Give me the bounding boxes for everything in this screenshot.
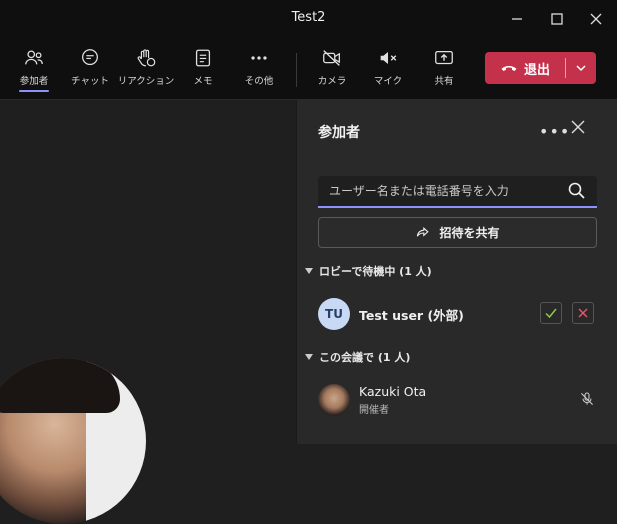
more-icon <box>251 56 267 60</box>
participant-search[interactable] <box>318 176 597 208</box>
mic-label: マイク <box>373 76 403 87</box>
check-icon <box>545 308 557 319</box>
maximize-icon <box>551 13 563 25</box>
person-info: Kazuki Ota 開催者 <box>350 384 426 416</box>
share-button[interactable]: 共有 <box>418 47 470 95</box>
meeting-person-row[interactable]: Kazuki Ota 開催者 <box>318 383 608 417</box>
mic-muted-icon <box>380 52 397 64</box>
search-icon[interactable] <box>567 181 587 201</box>
share-icon <box>417 226 430 237</box>
meeting-header-label: この会議で (1 人) <box>319 351 411 364</box>
mic-status <box>579 391 595 410</box>
active-indicator <box>19 90 49 92</box>
camera-label: カメラ <box>317 76 347 87</box>
meeting-section-header[interactable]: この会議で (1 人) <box>305 349 410 365</box>
camera-button[interactable]: カメラ <box>306 47 358 95</box>
person-role: 開催者 <box>359 405 389 416</box>
notes-label: メモ <box>193 76 213 87</box>
avatar <box>318 384 350 416</box>
chat-icon <box>82 49 98 66</box>
share-invite-label: 招待を共有 <box>439 226 500 240</box>
lobby-section-header[interactable]: ロビーで待機中 (1 人) <box>305 263 432 279</box>
mic-off-icon <box>581 392 593 405</box>
chevron-down-icon <box>576 65 586 72</box>
hang-up-icon <box>501 65 517 71</box>
close-window-button[interactable] <box>584 8 608 30</box>
x-icon <box>578 308 588 318</box>
admit-button[interactable] <box>540 302 562 324</box>
close-icon <box>590 13 602 25</box>
panel-title: 参加者 <box>318 125 360 141</box>
chat-label: チャット <box>71 76 109 87</box>
notes-button[interactable]: メモ <box>177 47 229 95</box>
maximize-button[interactable] <box>545 8 569 30</box>
people-button[interactable]: 参加者 <box>8 47 60 95</box>
leave-label: 退出 <box>523 62 550 78</box>
share-invite-button[interactable]: 招待を共有 <box>318 217 597 248</box>
notes-icon <box>195 49 211 67</box>
panel-close-button[interactable] <box>571 120 585 137</box>
search-input[interactable] <box>318 183 567 199</box>
share-screen-icon <box>435 50 453 65</box>
mic-button[interactable]: マイク <box>362 47 414 95</box>
raise-hand-icon <box>137 49 156 67</box>
lobby-person-row[interactable]: TU Test user (外部) <box>318 297 608 331</box>
reactions-label: リアクション <box>117 76 175 87</box>
close-icon <box>571 120 585 134</box>
deny-button[interactable] <box>572 302 594 324</box>
share-label: 共有 <box>434 76 454 87</box>
participants-panel: 参加者 ••• 招待を共有 ロビーで待機中 (1 人) TU Test user… <box>296 100 617 444</box>
person-name: Kazuki Ota <box>359 384 427 399</box>
camera-off-icon <box>323 50 340 66</box>
title-bar: Test2 <box>0 0 617 37</box>
caret-down-icon <box>305 268 313 274</box>
lobby-header-label: ロビーで待機中 (1 人) <box>319 265 432 278</box>
self-video <box>0 358 146 524</box>
chat-button[interactable]: チャット <box>64 47 116 95</box>
leave-options-button[interactable] <box>566 52 596 84</box>
more-label: その他 <box>244 76 274 87</box>
toolbar-divider <box>296 53 297 87</box>
avatar: TU <box>318 298 350 330</box>
panel-more-icon[interactable]: ••• <box>539 122 570 141</box>
leave-button[interactable]: 退出 <box>485 52 596 84</box>
more-button[interactable]: その他 <box>233 47 285 95</box>
minimize-icon <box>512 18 522 20</box>
person-name: Test user (外部) <box>359 307 464 323</box>
minimize-button[interactable] <box>505 8 529 30</box>
people-label: 参加者 <box>19 76 49 87</box>
leave-main[interactable]: 退出 <box>485 52 565 84</box>
video-hair <box>0 358 120 413</box>
people-icon <box>25 50 43 65</box>
caret-down-icon <box>305 354 313 360</box>
reactions-button[interactable]: リアクション <box>117 47 175 95</box>
